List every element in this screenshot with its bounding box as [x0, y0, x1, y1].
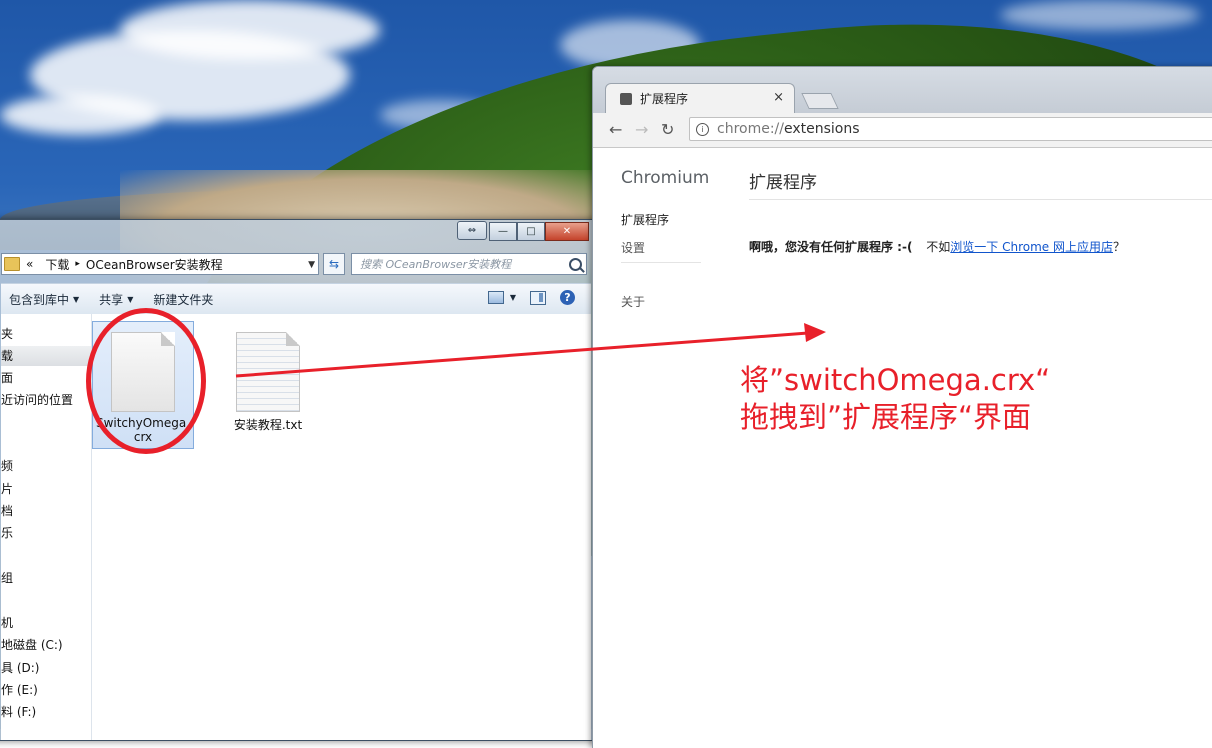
instruction-line-2: 拖拽到”扩展程序“界面	[740, 400, 1032, 434]
instruction-note: 将”switchOmega.crx“ 拖拽到”扩展程序“界面	[740, 362, 1050, 436]
instruction-line-1: 将”switchOmega.crx“	[740, 363, 1051, 397]
